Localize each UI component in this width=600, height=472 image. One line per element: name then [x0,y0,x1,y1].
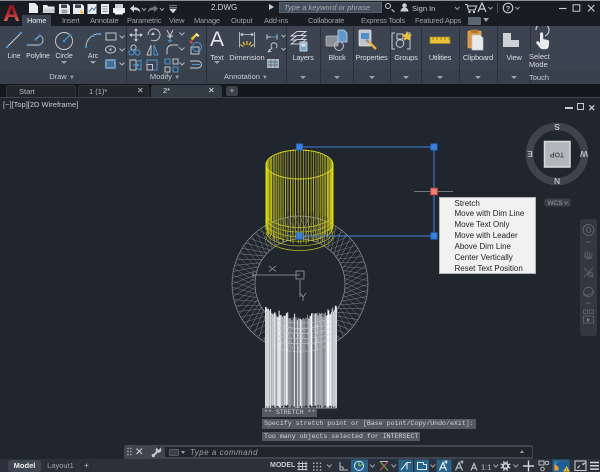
svg-text:1:1: 1:1 [481,463,491,472]
svg-text:!: ! [566,467,567,472]
